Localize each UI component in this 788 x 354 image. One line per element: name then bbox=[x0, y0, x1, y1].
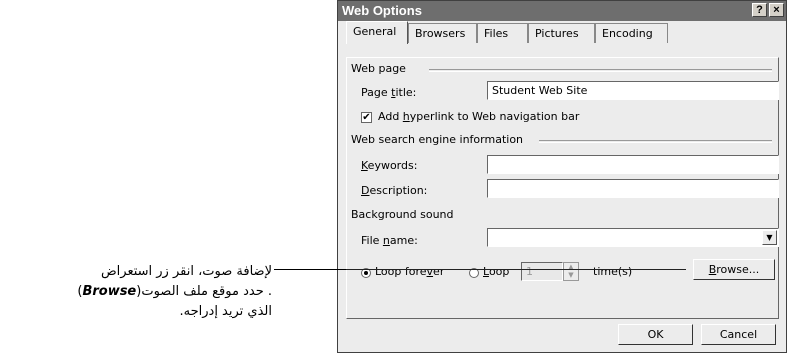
callout-leader-line bbox=[274, 269, 346, 270]
close-button[interactable]: × bbox=[769, 3, 784, 17]
callout-line-2-rest: . حدد موقع ملف الصوت bbox=[141, 284, 272, 299]
tab-files[interactable]: Files bbox=[477, 23, 528, 43]
callout-browse-word: Browse bbox=[82, 284, 137, 299]
chevron-down-icon[interactable]: ▼ bbox=[762, 230, 777, 245]
cancel-button[interactable]: Cancel bbox=[701, 324, 776, 345]
tab-general-label: General bbox=[353, 25, 397, 38]
loop-label: Loop bbox=[483, 265, 510, 278]
browse-button[interactable]: Browse... bbox=[693, 259, 775, 280]
tab-browsers-label: Browsers bbox=[415, 27, 466, 40]
web-options-dialog: Web Options ? × General Browsers Files P… bbox=[337, 0, 787, 353]
search-engine-group-label: Web search engine information bbox=[351, 133, 524, 146]
general-tab-panel: Web page Page title: Student Web Site ✔ … bbox=[346, 57, 779, 319]
tab-general[interactable]: General bbox=[346, 21, 408, 44]
search-engine-divider bbox=[539, 140, 772, 143]
callout-line-3: الذي تريد إدراجه. bbox=[179, 304, 273, 319]
tab-files-label: Files bbox=[484, 27, 509, 40]
dialog-body: General Browsers Files Pictures Encoding… bbox=[338, 21, 786, 352]
hyperlink-checkbox-label: Add hyperlink to Web navigation bar bbox=[378, 110, 580, 123]
background-sound-group-label: Background sound bbox=[351, 208, 454, 221]
tab-pictures-label: Pictures bbox=[535, 27, 579, 40]
keywords-label: Keywords: bbox=[361, 159, 418, 172]
callout-line-2: . حدد موقع ملف الصوت(Browse) bbox=[77, 284, 272, 299]
web-page-divider bbox=[429, 69, 772, 72]
page-title-input[interactable]: Student Web Site bbox=[487, 81, 779, 100]
tab-browsers[interactable]: Browsers bbox=[408, 23, 477, 43]
callout-leader-line-over-dialog bbox=[346, 269, 686, 270]
loop-count-input[interactable]: 1 bbox=[521, 262, 563, 281]
times-label: time(s) bbox=[593, 265, 633, 278]
tab-pictures[interactable]: Pictures bbox=[528, 23, 595, 43]
tab-encoding-label: Encoding bbox=[602, 27, 653, 40]
callout-line-1: لإضافة صوت، انقر زر استعراض bbox=[100, 264, 272, 279]
tab-encoding[interactable]: Encoding bbox=[595, 23, 668, 43]
file-name-dropdown[interactable]: ▼ bbox=[487, 228, 779, 247]
arabic-callout: لإضافة صوت، انقر زر استعراض . حدد موقع م… bbox=[22, 262, 272, 322]
ok-button[interactable]: OK bbox=[618, 324, 693, 345]
keywords-input[interactable] bbox=[487, 155, 779, 174]
loop-count-spinner[interactable]: ▲ ▼ bbox=[563, 262, 579, 281]
title-bar: Web Options ? × bbox=[338, 1, 786, 21]
description-label: Description: bbox=[361, 184, 428, 197]
file-name-label: File name: bbox=[361, 234, 418, 247]
hyperlink-checkbox[interactable]: ✔ bbox=[361, 112, 372, 123]
description-input[interactable] bbox=[487, 179, 779, 198]
loop-forever-label: Loop forever bbox=[375, 265, 445, 278]
help-button[interactable]: ? bbox=[752, 3, 767, 17]
dialog-title: Web Options bbox=[342, 3, 422, 18]
page-title-label: Page title: bbox=[361, 86, 417, 99]
web-page-group-label: Web page bbox=[351, 62, 406, 75]
